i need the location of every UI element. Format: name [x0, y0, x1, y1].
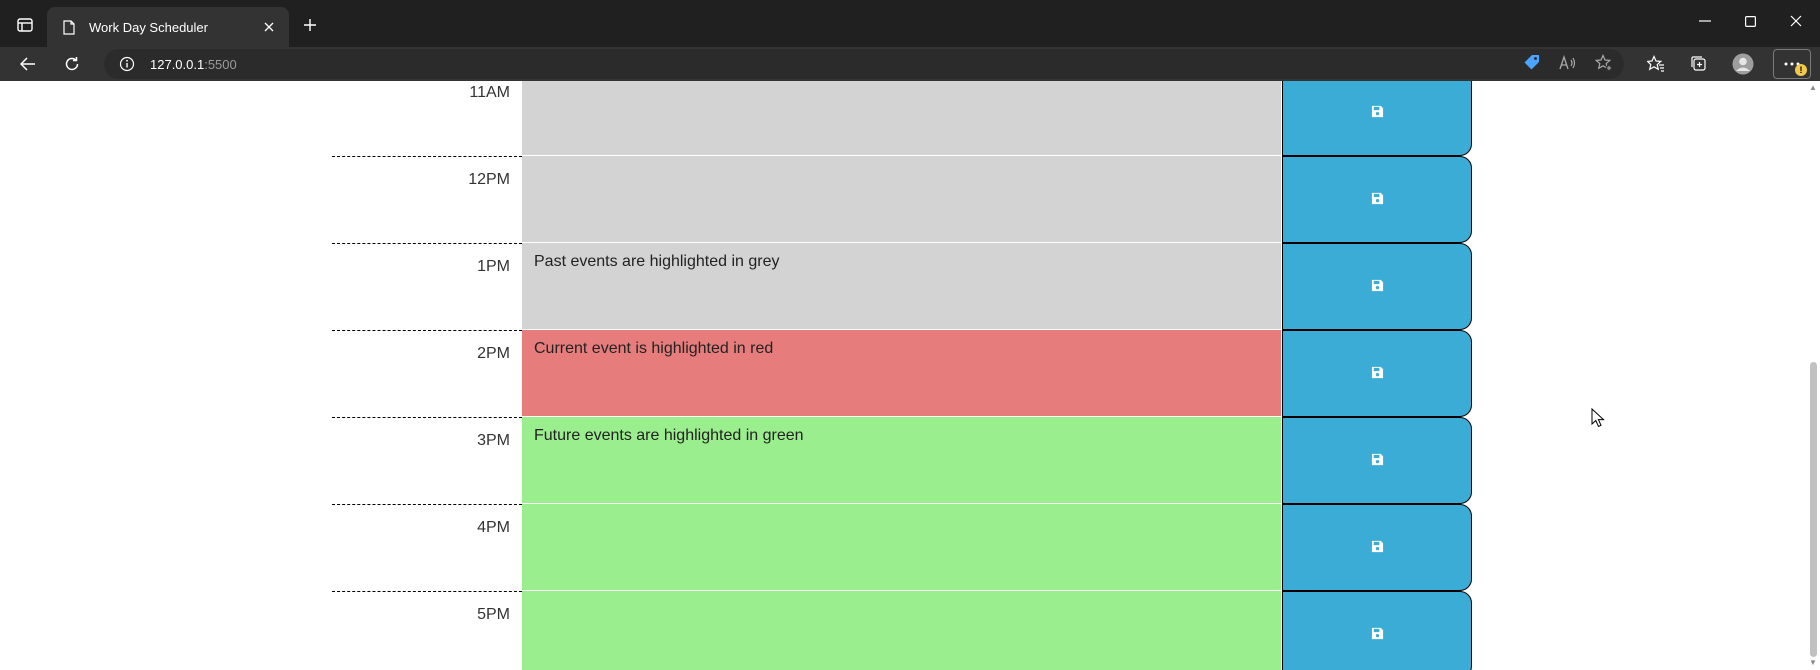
tag-icon[interactable]	[1521, 52, 1543, 74]
time-block-1pm: 1PM Past events are highlighted in grey	[332, 243, 1474, 330]
page-icon	[61, 19, 77, 35]
close-tab-icon[interactable]	[255, 13, 283, 41]
time-block-3pm: 3PM Future events are highlighted in gre…	[332, 417, 1474, 504]
url-port: :5500	[204, 56, 237, 72]
event-description[interactable]: Past events are highlighted in grey	[522, 243, 1282, 330]
floppy-disk-icon	[1371, 105, 1384, 121]
url-host: 127.0.0.1	[150, 56, 205, 72]
event-description[interactable]	[522, 81, 1282, 156]
event-description[interactable]	[522, 156, 1282, 243]
save-button[interactable]	[1282, 81, 1472, 156]
save-button[interactable]	[1282, 504, 1472, 591]
hour-label: 11AM	[332, 81, 522, 156]
save-button[interactable]	[1282, 591, 1472, 670]
star-plus-icon[interactable]	[1593, 52, 1615, 74]
page-viewport: 11AM 12PM 1PM Past events are highlighte…	[0, 81, 1806, 670]
event-description[interactable]	[522, 504, 1282, 591]
info-icon[interactable]	[118, 55, 136, 73]
floppy-disk-icon	[1371, 192, 1384, 208]
minimize-icon[interactable]	[1682, 0, 1728, 42]
hour-label: 4PM	[332, 504, 522, 591]
read-aloud-icon[interactable]	[1557, 52, 1579, 74]
floppy-disk-icon	[1371, 627, 1384, 643]
new-tab-button[interactable]	[295, 12, 325, 38]
event-description[interactable]: Future events are highlighted in green	[522, 417, 1282, 504]
time-block-4pm: 4PM	[332, 504, 1474, 591]
time-block-5pm: 5PM	[332, 591, 1474, 670]
save-button[interactable]	[1282, 156, 1472, 243]
browser-title-bar: Work Day Scheduler	[0, 0, 1820, 47]
browser-toolbar: 127.0.0.1:5500 !	[0, 47, 1820, 81]
save-button[interactable]	[1282, 417, 1472, 504]
tab-title: Work Day Scheduler	[89, 19, 208, 35]
more-icon[interactable]: !	[1773, 49, 1811, 79]
hour-label: 1PM	[332, 243, 522, 330]
vertical-scrollbar[interactable]: ▲ ▼	[1806, 81, 1820, 670]
event-description[interactable]: Current event is highlighted in red	[522, 330, 1282, 417]
refresh-icon[interactable]	[56, 50, 88, 78]
scroll-up-icon[interactable]: ▲	[1809, 84, 1817, 92]
address-bar[interactable]: 127.0.0.1:5500	[104, 49, 1624, 79]
time-block-11am: 11AM	[332, 81, 1474, 156]
event-description[interactable]	[522, 591, 1282, 670]
notification-badge: !	[1795, 64, 1807, 76]
close-window-icon[interactable]	[1773, 0, 1819, 42]
floppy-disk-icon	[1371, 279, 1384, 295]
floppy-disk-icon	[1371, 366, 1384, 382]
time-block-12pm: 12PM	[332, 156, 1474, 243]
scrollbar-thumb[interactable]	[1810, 362, 1817, 657]
floppy-disk-icon	[1371, 453, 1384, 469]
maximize-icon[interactable]	[1727, 0, 1773, 42]
save-button[interactable]	[1282, 330, 1472, 417]
profile-icon[interactable]	[1728, 50, 1758, 78]
favorites-icon[interactable]	[1641, 50, 1671, 78]
browser-tab[interactable]: Work Day Scheduler	[47, 7, 289, 47]
tab-actions-icon[interactable]	[14, 14, 36, 36]
hour-label: 5PM	[332, 591, 522, 670]
scroll-down-icon[interactable]: ▼	[1809, 659, 1817, 667]
save-button[interactable]	[1282, 243, 1472, 330]
floppy-disk-icon	[1371, 540, 1384, 556]
hour-label: 3PM	[332, 417, 522, 504]
collections-icon[interactable]	[1684, 50, 1714, 78]
back-arrow-icon[interactable]	[12, 50, 44, 78]
schedule-container: 11AM 12PM 1PM Past events are highlighte…	[332, 81, 1474, 670]
time-block-2pm: 2PM Current event is highlighted in red	[332, 330, 1474, 417]
hour-label: 12PM	[332, 156, 522, 243]
mouse-cursor	[1591, 407, 1605, 428]
url-text: 127.0.0.1:5500	[150, 57, 237, 72]
hour-label: 2PM	[332, 330, 522, 417]
